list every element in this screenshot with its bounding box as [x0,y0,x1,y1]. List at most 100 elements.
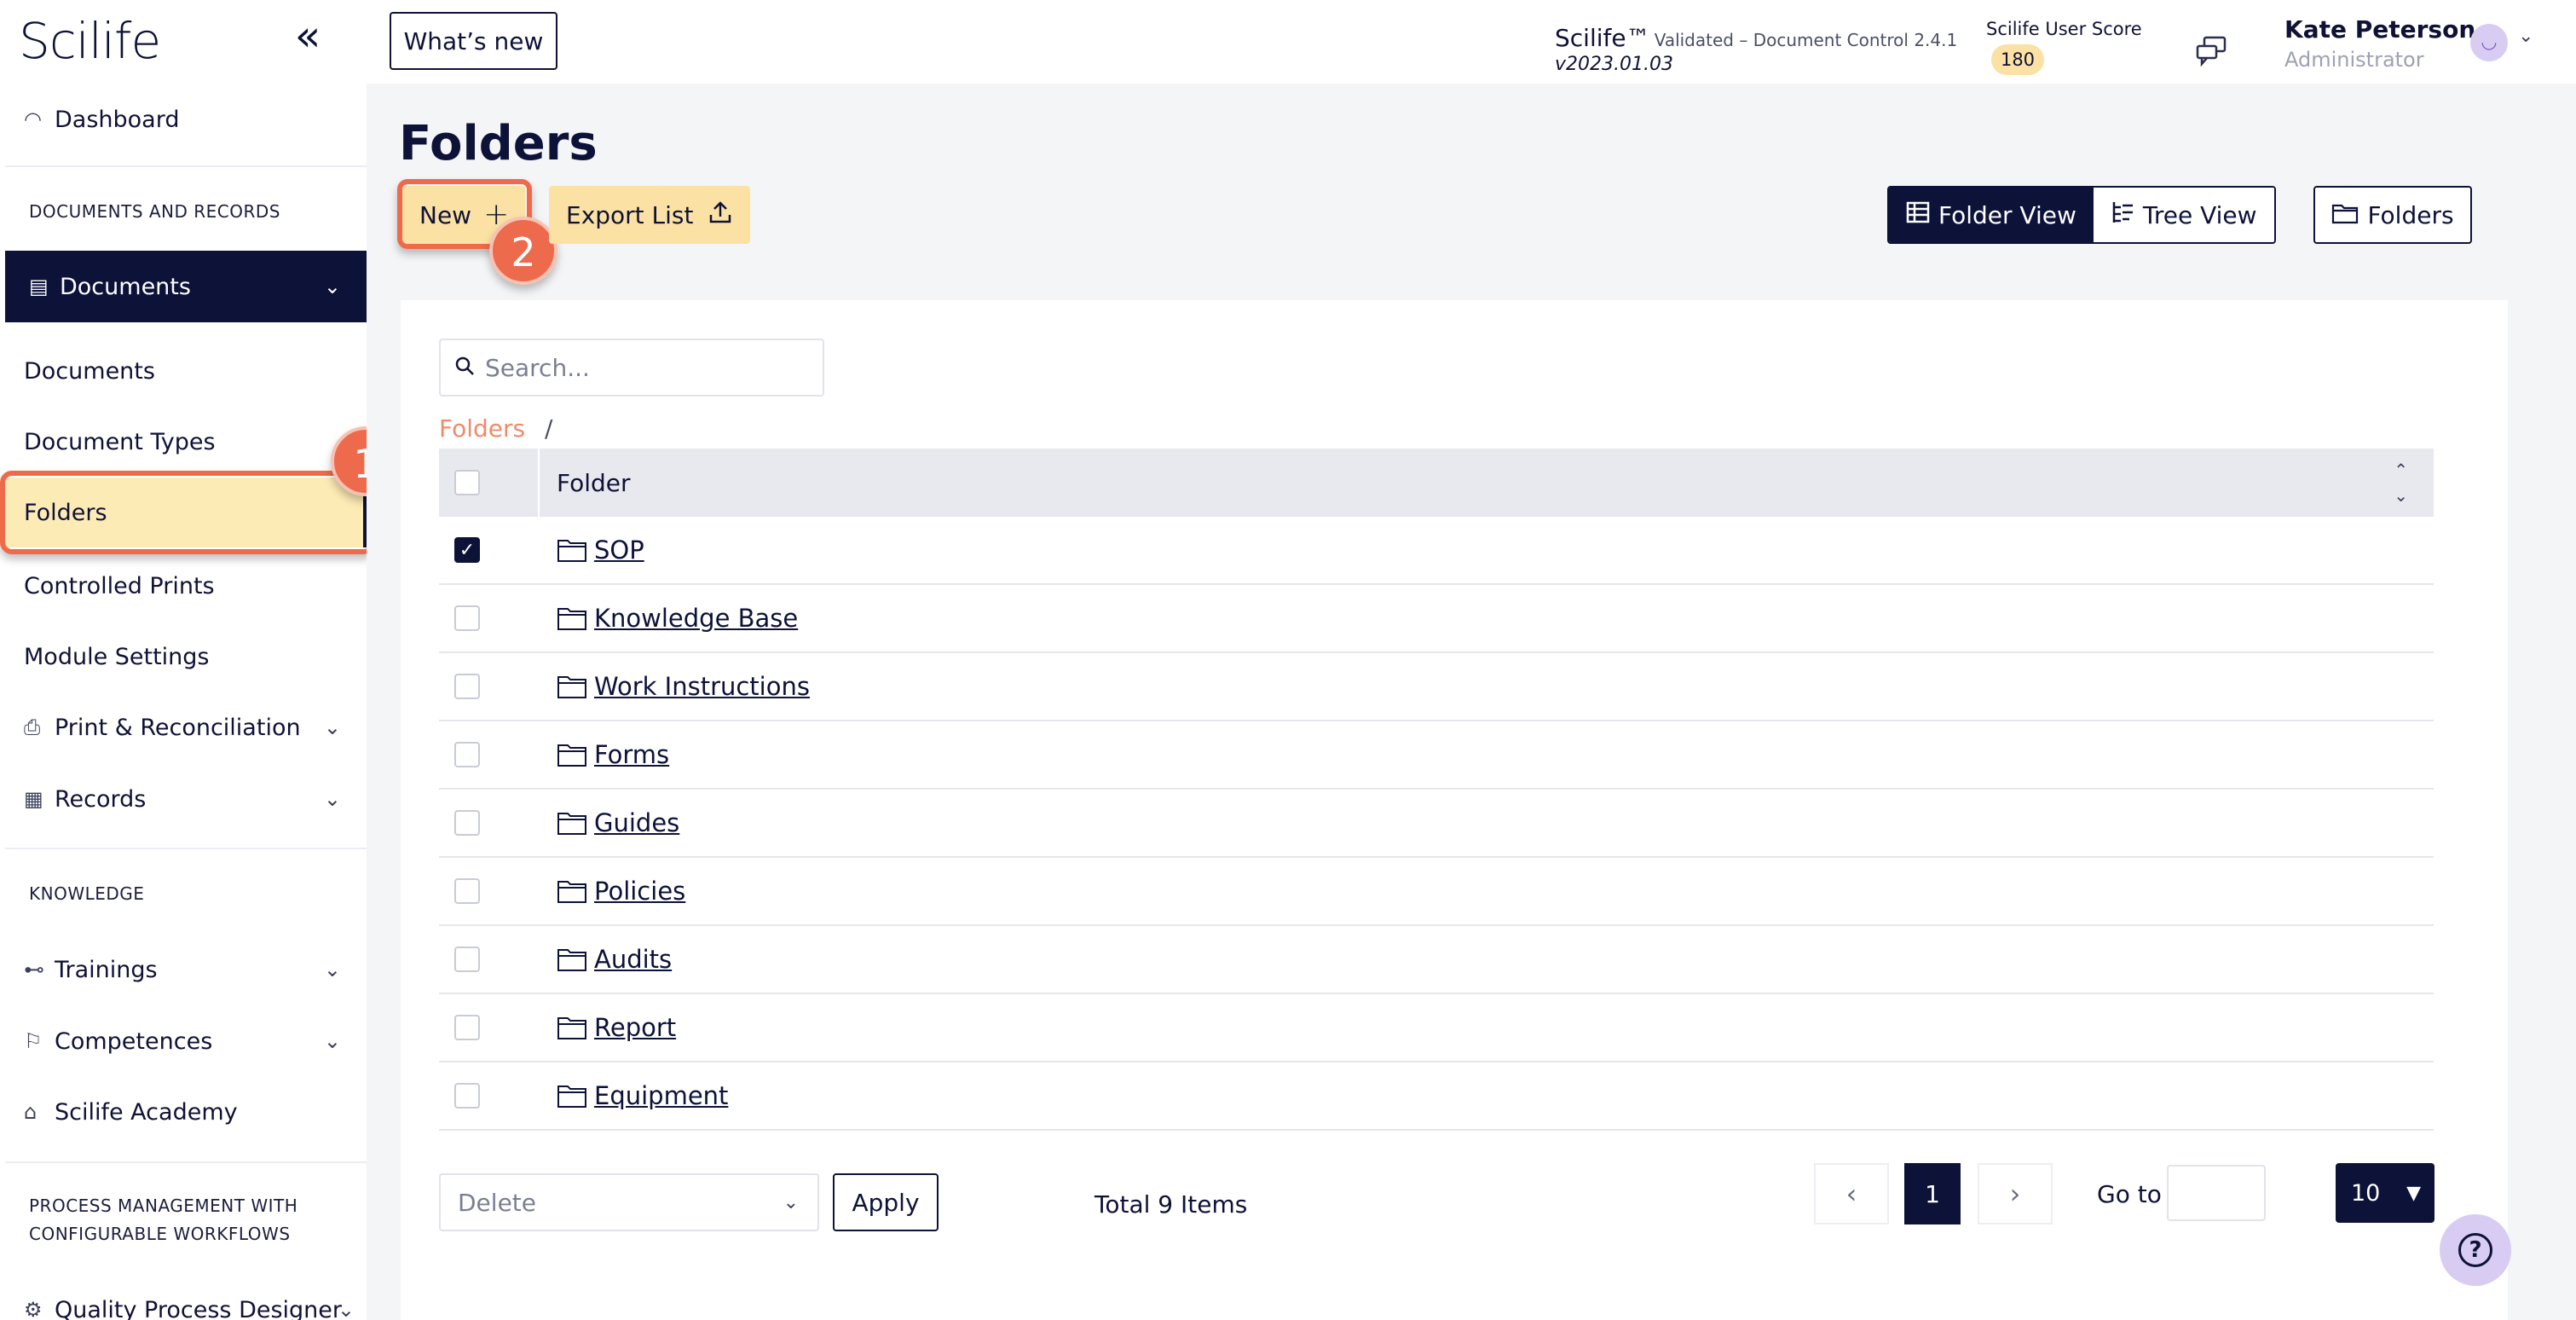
folder-link[interactable]: Knowledge Base [594,604,798,633]
sidebar-subitem-module-settings[interactable]: Module Settings [24,644,210,670]
sidebar-item-quality-process-designer[interactable]: ⚙ Quality Process Designer ⌄ [0,1276,367,1320]
sort-icon[interactable]: ⌃ ⌄ [2394,457,2408,508]
table-row: ✓ SOP [439,517,2434,585]
row-checkbox-cell: ✓ [439,537,540,563]
search-input[interactable] [485,353,809,382]
column-header-folder[interactable]: Folder [540,469,631,497]
table-icon [1906,201,1930,229]
table-row: Forms [439,721,2434,790]
dumbbell-icon: ⊷ [24,958,44,981]
row-checkbox[interactable] [454,878,480,904]
sidebar-item-print-reconciliation[interactable]: ⎙ Print & Reconciliation ⌄ [0,693,367,761]
user-name[interactable]: Kate Peterson [2284,15,2475,43]
row-checkbox[interactable] [454,1015,480,1040]
sidebar-item-scilife-academy[interactable]: ⌂ Scilife Academy [0,1078,367,1146]
folder-link[interactable]: Forms [594,740,669,769]
folder-link[interactable]: Policies [594,877,685,906]
competences-icon: ⚐ [24,1029,43,1053]
folder-link[interactable]: Guides [594,808,679,837]
chevron-down-icon[interactable]: ⌄ [2518,26,2533,47]
chevron-down-icon: ⌄ [337,1298,355,1320]
export-list-button[interactable]: Export List [549,186,750,244]
folder-icon [557,537,587,563]
breadcrumb: Folders / [439,414,552,443]
folder-icon [557,947,587,972]
folder-cell: Work Instructions [540,672,810,701]
collapse-sidebar-icon[interactable]: « [290,14,326,60]
select-all-checkbox[interactable] [454,470,480,495]
product-name: Scilife™ [1555,24,1650,52]
sidebar-subitem-document-types[interactable]: Document Types [24,429,216,455]
table-row: Knowledge Base [439,585,2434,653]
chevron-down-icon: ⌄ [323,275,341,298]
sidebar: Scilife « ◠ Dashboard DOCUMENTS AND RECO… [0,0,401,1320]
folder-cell: Audits [540,945,672,974]
scilife-logo[interactable]: Scilife [19,12,161,70]
upload-icon [708,200,733,231]
prev-page-button[interactable]: ‹ [1814,1163,1889,1224]
table-row: Equipment [439,1062,2434,1131]
page-size-select[interactable]: 10 ▼ [2336,1163,2434,1223]
folder-link[interactable]: SOP [594,536,644,564]
row-checkbox[interactable] [454,947,480,972]
section-label-knowledge: KNOWLEDGE [29,883,145,904]
button-label: Export List [566,200,694,229]
document-icon: ▤ [29,275,49,298]
divider [5,165,367,167]
section-label-line: CONFIGURABLE WORKFLOWS [29,1224,291,1244]
chat-icon[interactable] [2194,34,2228,76]
graduation-cap-icon: ⌂ [24,1100,38,1124]
row-checkbox[interactable] [454,810,480,836]
folders-table: Folder ⌃ ⌄ ✓ SOP Knowledge Base Work Instruc… [439,449,2434,1131]
user-score-label: Scilife User Score [1986,19,2142,39]
sidebar-group-documents[interactable]: ▤ Documents ⌄ [5,251,367,322]
user-score-badge: 180 [1991,44,2044,75]
section-label-documents: DOCUMENTS AND RECORDS [29,201,281,222]
sidebar-item-trainings[interactable]: ⊷ Trainings ⌄ [0,935,367,1004]
row-checkbox[interactable] [454,674,480,699]
sidebar-subitem-controlled-prints[interactable]: Controlled Prints [24,573,215,599]
sidebar-item-label: Print & Reconciliation [55,714,301,741]
caret-down-icon: ▼ [2406,1182,2421,1204]
folder-link[interactable]: Work Instructions [594,672,810,701]
folder-icon [557,878,587,904]
folder-cell: Guides [540,808,679,837]
sidebar-item-label: Records [55,785,147,813]
sidebar-item-records[interactable]: ▦ Records ⌄ [0,765,367,833]
folders-button[interactable]: Folders [2313,186,2472,244]
breadcrumb-folders-link[interactable]: Folders [439,414,525,443]
avatar[interactable]: ◡ [2470,24,2508,61]
folder-cell: Policies [540,877,685,906]
bulk-action-select[interactable]: Delete ⌄ [439,1173,819,1231]
folder-icon [557,674,587,699]
whats-new-button[interactable]: What’s new [390,12,557,70]
row-checkbox-cell [439,674,540,699]
folder-view-button[interactable]: Folder View [1889,188,2094,242]
chevron-down-icon: ⌄ [783,1191,799,1213]
section-label-line: PROCESS MANAGEMENT WITH [29,1196,298,1216]
sidebar-item-competences[interactable]: ⚐ Competences ⌄ [0,1007,367,1075]
folder-link[interactable]: Report [594,1013,676,1042]
tree-icon [2111,200,2134,230]
folder-icon [557,810,587,836]
search-box[interactable] [439,339,824,397]
row-checkbox[interactable] [454,742,480,767]
breadcrumb-separator: / [545,414,553,443]
next-page-button[interactable]: › [1978,1163,2053,1224]
row-checkbox[interactable]: ✓ [454,537,480,563]
folder-link[interactable]: Audits [594,945,672,974]
sidebar-item-dashboard[interactable]: ◠ Dashboard [0,85,367,153]
apply-button[interactable]: Apply [833,1173,939,1231]
row-checkbox-cell [439,742,540,767]
row-checkbox[interactable] [454,1083,480,1109]
tree-view-button[interactable]: Tree View [2093,188,2274,242]
goto-page-input[interactable] [2167,1165,2266,1221]
folder-cell: Report [540,1013,676,1042]
sidebar-subitem-documents[interactable]: Documents [24,358,155,385]
page-number-current[interactable]: 1 [1904,1163,1961,1224]
folder-link[interactable]: Equipment [594,1081,728,1110]
table-row: Report [439,994,2434,1062]
row-checkbox[interactable] [454,605,480,631]
table-row: Guides [439,790,2434,858]
help-button[interactable]: ? [2440,1214,2511,1286]
